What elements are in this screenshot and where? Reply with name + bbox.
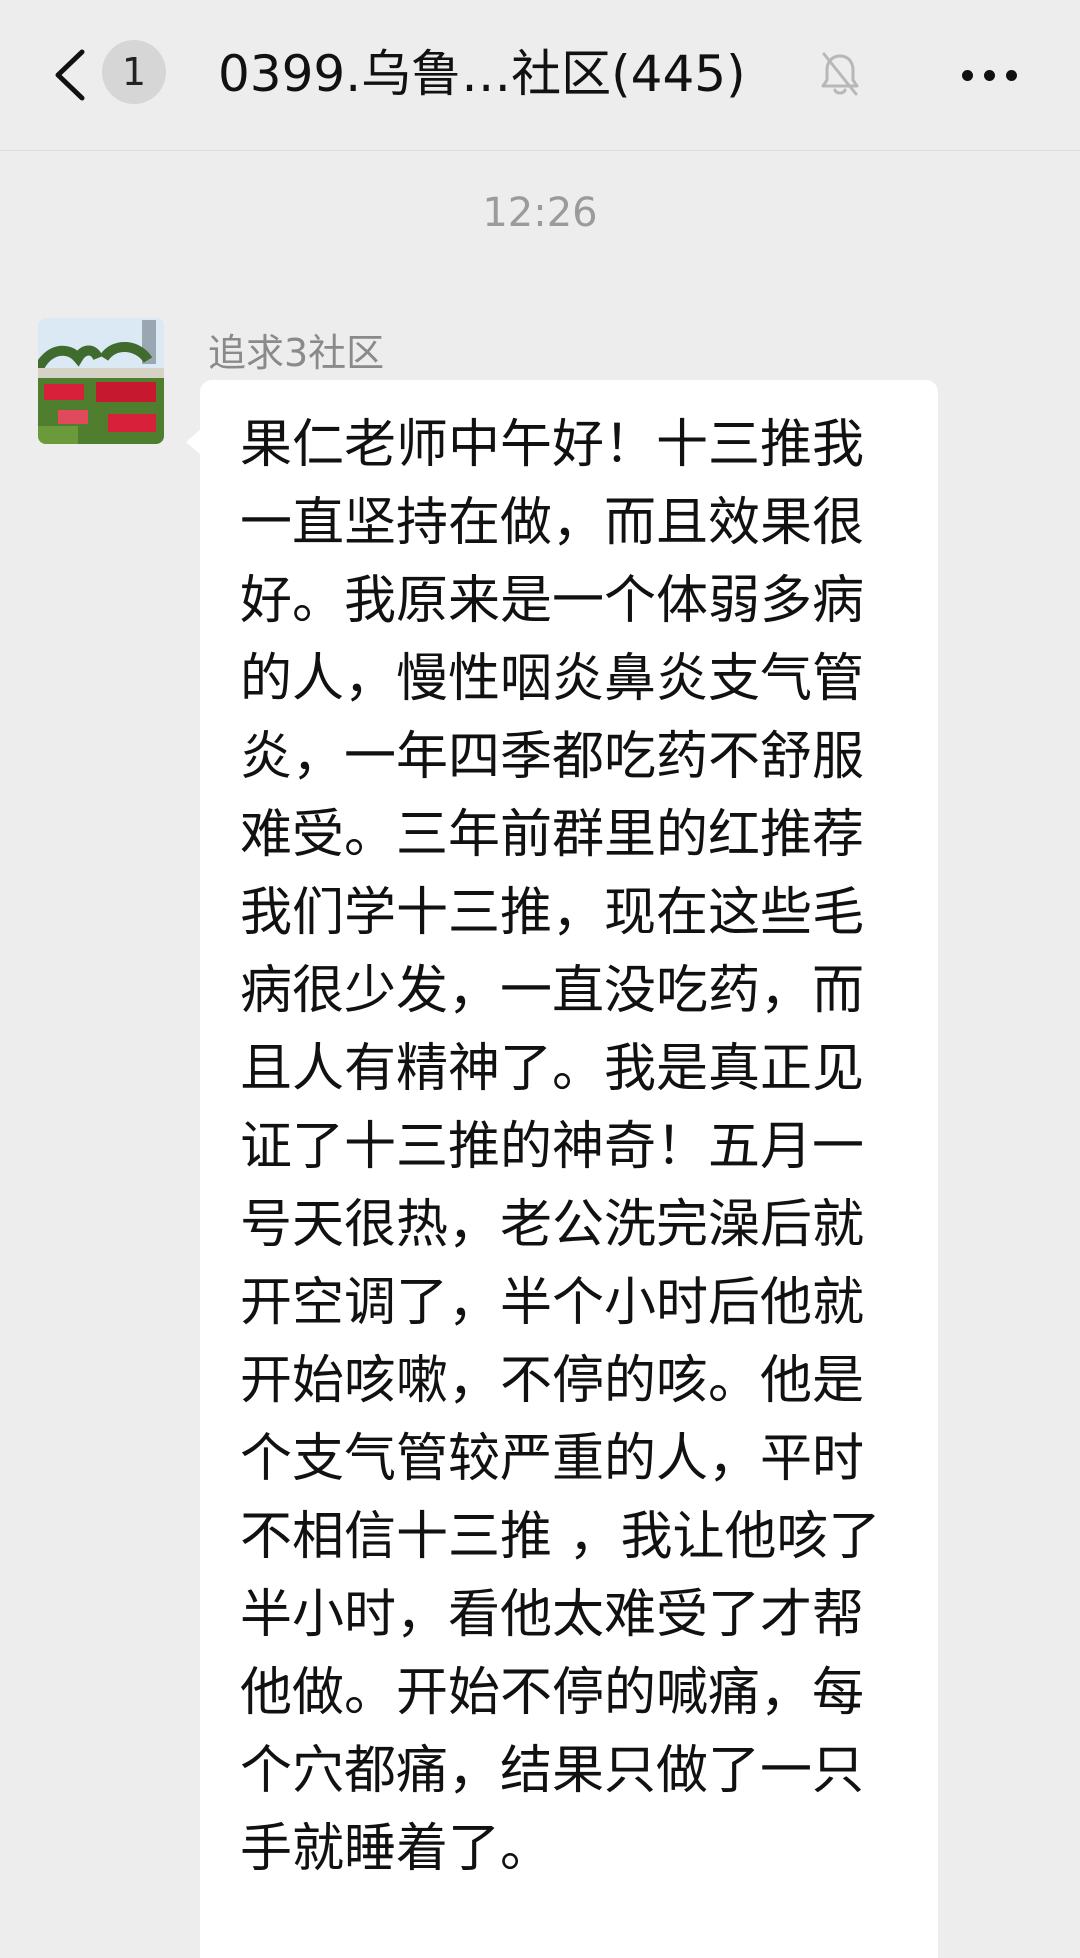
sender-avatar[interactable]	[38, 318, 164, 444]
chat-header: 1 0399.乌鲁…社区(445)	[0, 0, 1080, 151]
more-dot-icon	[1006, 70, 1017, 81]
back-button[interactable]	[40, 36, 100, 112]
chat-screen: 1 0399.乌鲁…社区(445) 12:26 追求3社区 果仁老师中午好！十三…	[0, 0, 1080, 1958]
more-dot-icon	[984, 70, 995, 81]
message-timestamp: 12:26	[482, 190, 598, 236]
message-text: 果仁老师中午好！十三推我一直坚持在做，而且效果很好。我原来是一个体弱多病的人，慢…	[240, 415, 881, 1879]
sender-name: 追求3社区	[208, 331, 385, 375]
more-dot-icon	[962, 70, 973, 81]
unread-count-badge[interactable]: 1	[102, 40, 166, 104]
bell-off-icon	[818, 50, 862, 98]
chevron-left-icon	[55, 49, 85, 101]
more-options-button[interactable]	[948, 46, 1028, 102]
chat-title[interactable]: 0399.乌鲁…社区(445)	[218, 40, 746, 108]
